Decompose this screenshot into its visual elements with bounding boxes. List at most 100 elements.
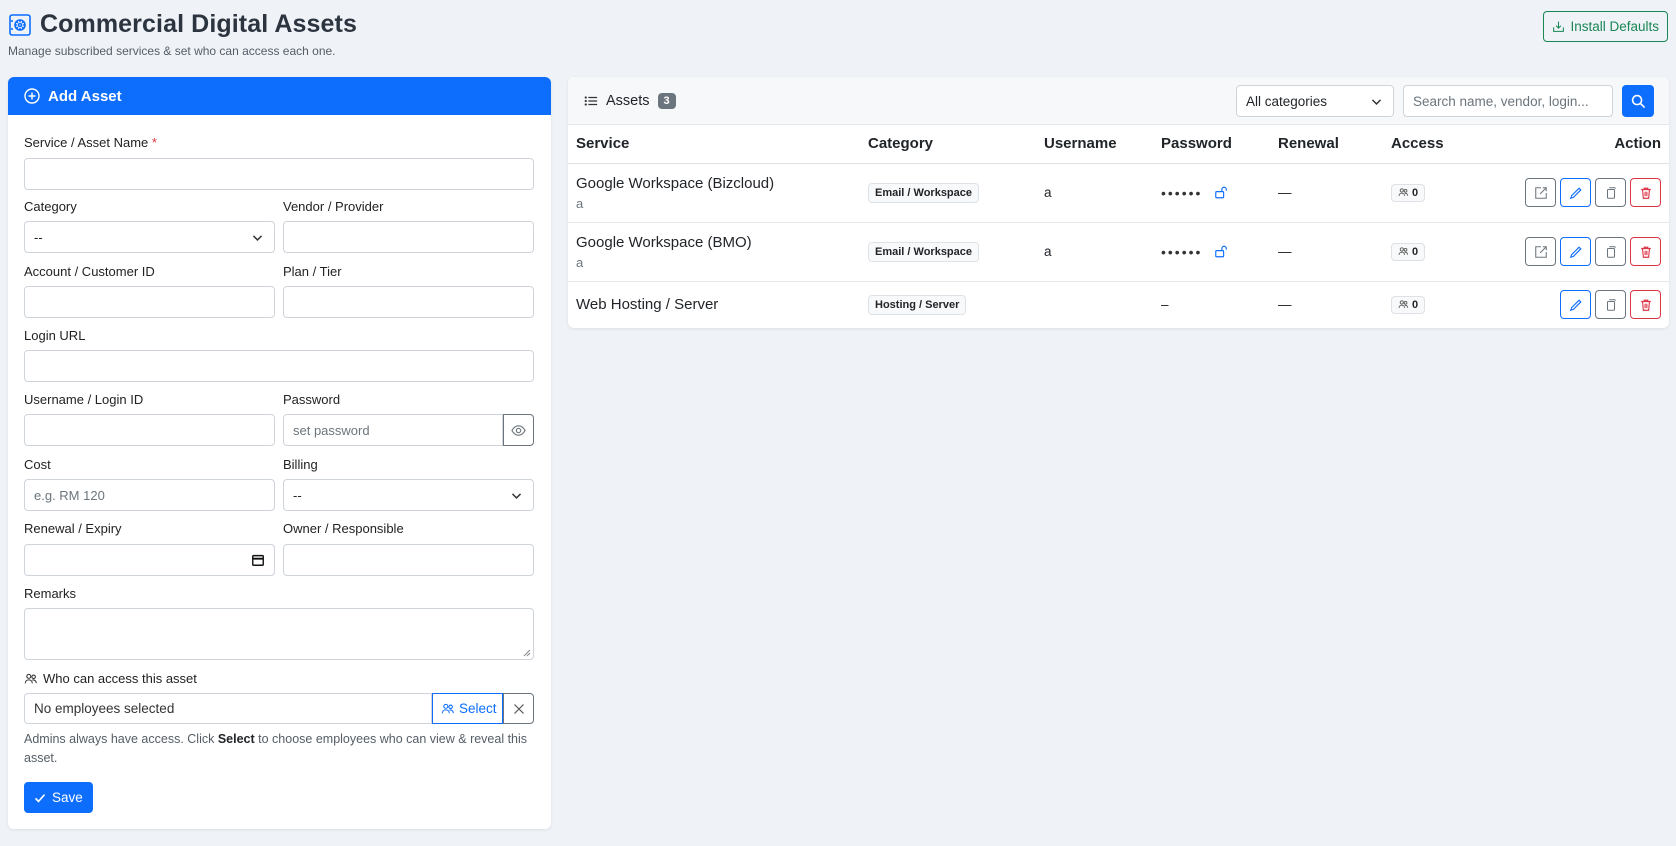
remarks-label: Remarks — [24, 586, 77, 601]
plan-label: Plan / Tier — [283, 264, 342, 279]
install-defaults-button[interactable]: Install Defaults — [1543, 11, 1668, 42]
assets-card: Assets 3 All categories Search name, ven… — [568, 77, 1669, 328]
category-filter-select[interactable]: All categories — [1236, 85, 1394, 117]
delete-button[interactable] — [1630, 237, 1661, 266]
calendar-icon[interactable] — [251, 553, 265, 567]
renewal-label: Renewal / Expiry — [24, 521, 122, 536]
asset-search-input[interactable]: Search name, vendor, login... — [1403, 85, 1613, 117]
search-button[interactable] — [1622, 85, 1654, 117]
edit-button[interactable] — [1560, 237, 1591, 266]
copy-button[interactable] — [1595, 178, 1626, 207]
unlock-icon[interactable] — [1214, 185, 1228, 200]
page-header: Commercial Digital Assets Manage subscri… — [8, 10, 1668, 60]
service-name-label: Service / Asset Name * — [24, 135, 157, 150]
access-count-badge[interactable]: 0 — [1391, 183, 1426, 202]
open-link-button[interactable] — [1525, 178, 1556, 207]
renewal-cell: — — [1270, 281, 1383, 328]
remarks-textarea[interactable] — [24, 608, 534, 660]
service-name: Web Hosting / Server — [576, 296, 719, 313]
access-count-badge[interactable]: 0 — [1391, 242, 1426, 261]
assets-table: Service Category Username Password Renew… — [568, 125, 1669, 328]
owner-label: Owner / Responsible — [283, 521, 404, 536]
owner-input[interactable] — [283, 544, 534, 576]
edit-button[interactable] — [1560, 178, 1591, 207]
cost-input[interactable]: e.g. RM 120 — [24, 479, 275, 511]
page-title: Commercial Digital Assets — [40, 10, 357, 38]
chevron-down-icon — [510, 489, 523, 502]
service-vendor: a — [576, 195, 584, 211]
col-password: Password — [1153, 125, 1270, 164]
col-service: Service — [568, 125, 860, 164]
copy-button[interactable] — [1595, 290, 1626, 319]
edit-button[interactable] — [1560, 290, 1591, 319]
service-name: Google Workspace (BMO) — [576, 233, 752, 251]
unlock-icon[interactable] — [1214, 244, 1228, 259]
renewal-cell: — — [1270, 163, 1383, 223]
delete-button[interactable] — [1630, 178, 1661, 207]
chevron-down-icon — [251, 231, 264, 244]
table-row: Web Hosting / Server Hosting / Server – … — [568, 281, 1669, 328]
vendor-input[interactable] — [283, 221, 534, 253]
category-badge: Email / Workspace — [868, 182, 980, 203]
password-label: Password — [283, 392, 341, 407]
password-input[interactable]: set password — [283, 414, 503, 446]
password-cell: – — [1153, 281, 1270, 328]
service-name: Google Workspace (Bizcloud) — [576, 174, 775, 192]
check-icon — [34, 792, 46, 804]
plan-input[interactable] — [283, 286, 534, 318]
password-mask: •••••• — [1161, 243, 1203, 260]
col-renewal: Renewal — [1270, 125, 1383, 164]
open-link-button[interactable] — [1525, 237, 1556, 266]
assets-toolbar: Assets 3 All categories Search name, ven… — [568, 77, 1669, 125]
username-input[interactable] — [24, 414, 275, 446]
page-subtitle: Manage subscribed services & set who can… — [8, 44, 336, 58]
category-select[interactable]: -- — [24, 221, 275, 253]
account-input[interactable] — [24, 286, 275, 318]
col-access: Access — [1383, 125, 1483, 164]
people-icon — [1398, 299, 1409, 310]
access-label: Who can access this asset — [24, 671, 197, 686]
table-row: Google Workspace (BMO) a Email / Workspa… — [568, 222, 1669, 282]
assets-title: Assets 3 — [584, 92, 676, 109]
password-mask: •••••• — [1161, 184, 1203, 201]
download-icon — [1552, 20, 1565, 33]
username-label: Username / Login ID — [24, 392, 144, 407]
eye-icon — [511, 423, 526, 438]
username-cell: a — [1036, 163, 1153, 223]
col-category: Category — [860, 125, 1036, 164]
table-row: Google Workspace (Bizcloud) a Email / Wo… — [568, 163, 1669, 223]
delete-button[interactable] — [1630, 290, 1661, 319]
add-asset-title: Add Asset — [48, 87, 122, 105]
renewal-cell: — — [1270, 222, 1383, 282]
people-icon — [1398, 246, 1409, 257]
category-badge: Email / Workspace — [868, 241, 980, 262]
install-defaults-label: Install Defaults — [1570, 19, 1659, 34]
search-icon — [1631, 94, 1646, 109]
login-url-input[interactable] — [24, 350, 534, 382]
access-count-badge[interactable]: 0 — [1391, 295, 1426, 314]
chevron-down-icon — [1370, 95, 1383, 108]
safe-icon — [8, 13, 32, 37]
category-label: Category — [24, 199, 77, 214]
renewal-date-input[interactable] — [24, 544, 275, 576]
save-label: Save — [52, 790, 83, 805]
select-employees-button[interactable]: Select — [432, 693, 503, 724]
copy-button[interactable] — [1595, 237, 1626, 266]
people-icon — [441, 702, 455, 716]
people-icon — [1398, 187, 1409, 198]
vendor-label: Vendor / Provider — [283, 199, 384, 214]
resize-handle-icon[interactable] — [523, 649, 531, 657]
category-badge: Hosting / Server — [868, 294, 967, 315]
clear-employees-button[interactable] — [503, 693, 534, 724]
save-button[interactable]: Save — [24, 782, 93, 813]
access-help-text: Admins always have access. Click Select … — [24, 732, 528, 765]
add-asset-header: Add Asset — [8, 77, 551, 115]
employees-selected-field[interactable]: No employees selected — [24, 693, 432, 724]
toggle-password-button[interactable] — [503, 414, 534, 446]
col-action: Action — [1483, 125, 1669, 164]
close-icon — [513, 703, 525, 715]
billing-select[interactable]: -- — [283, 479, 534, 511]
add-asset-card: Add Asset Service / Asset Name * Categor… — [8, 77, 551, 829]
service-name-input[interactable] — [24, 158, 534, 190]
plus-circle-icon — [24, 88, 40, 104]
